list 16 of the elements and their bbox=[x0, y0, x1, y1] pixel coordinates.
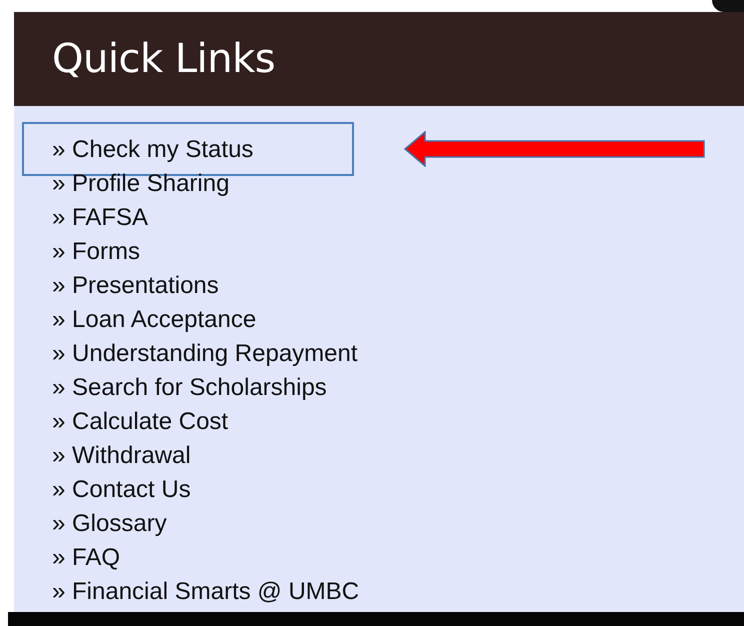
quick-link[interactable]: » FAFSA bbox=[52, 204, 148, 232]
quick-link[interactable]: » Search for Scholarships bbox=[52, 374, 327, 402]
quick-link[interactable]: » Contact Us bbox=[52, 476, 191, 504]
quick-link[interactable]: » Glossary bbox=[52, 510, 167, 538]
quick-link[interactable]: » FAQ bbox=[52, 544, 120, 572]
quick-link[interactable]: » Presentations bbox=[52, 272, 219, 300]
quick-link[interactable]: » Calculate Cost bbox=[52, 408, 228, 436]
quick-link[interactable]: » Financial Smarts @ UMBC bbox=[52, 578, 360, 606]
quick-link[interactable]: » Withdrawal bbox=[52, 442, 191, 470]
quick-link[interactable]: » Check my Status bbox=[52, 136, 254, 164]
quick-link[interactable]: » Loan Acceptance bbox=[52, 306, 256, 334]
quick-link[interactable]: » Forms bbox=[52, 238, 140, 266]
quick-link[interactable]: » Profile Sharing bbox=[52, 170, 230, 198]
panel-title: Quick Links bbox=[52, 36, 276, 82]
corner-shape bbox=[712, 0, 744, 12]
quick-link[interactable]: » Understanding Repayment bbox=[52, 340, 358, 368]
